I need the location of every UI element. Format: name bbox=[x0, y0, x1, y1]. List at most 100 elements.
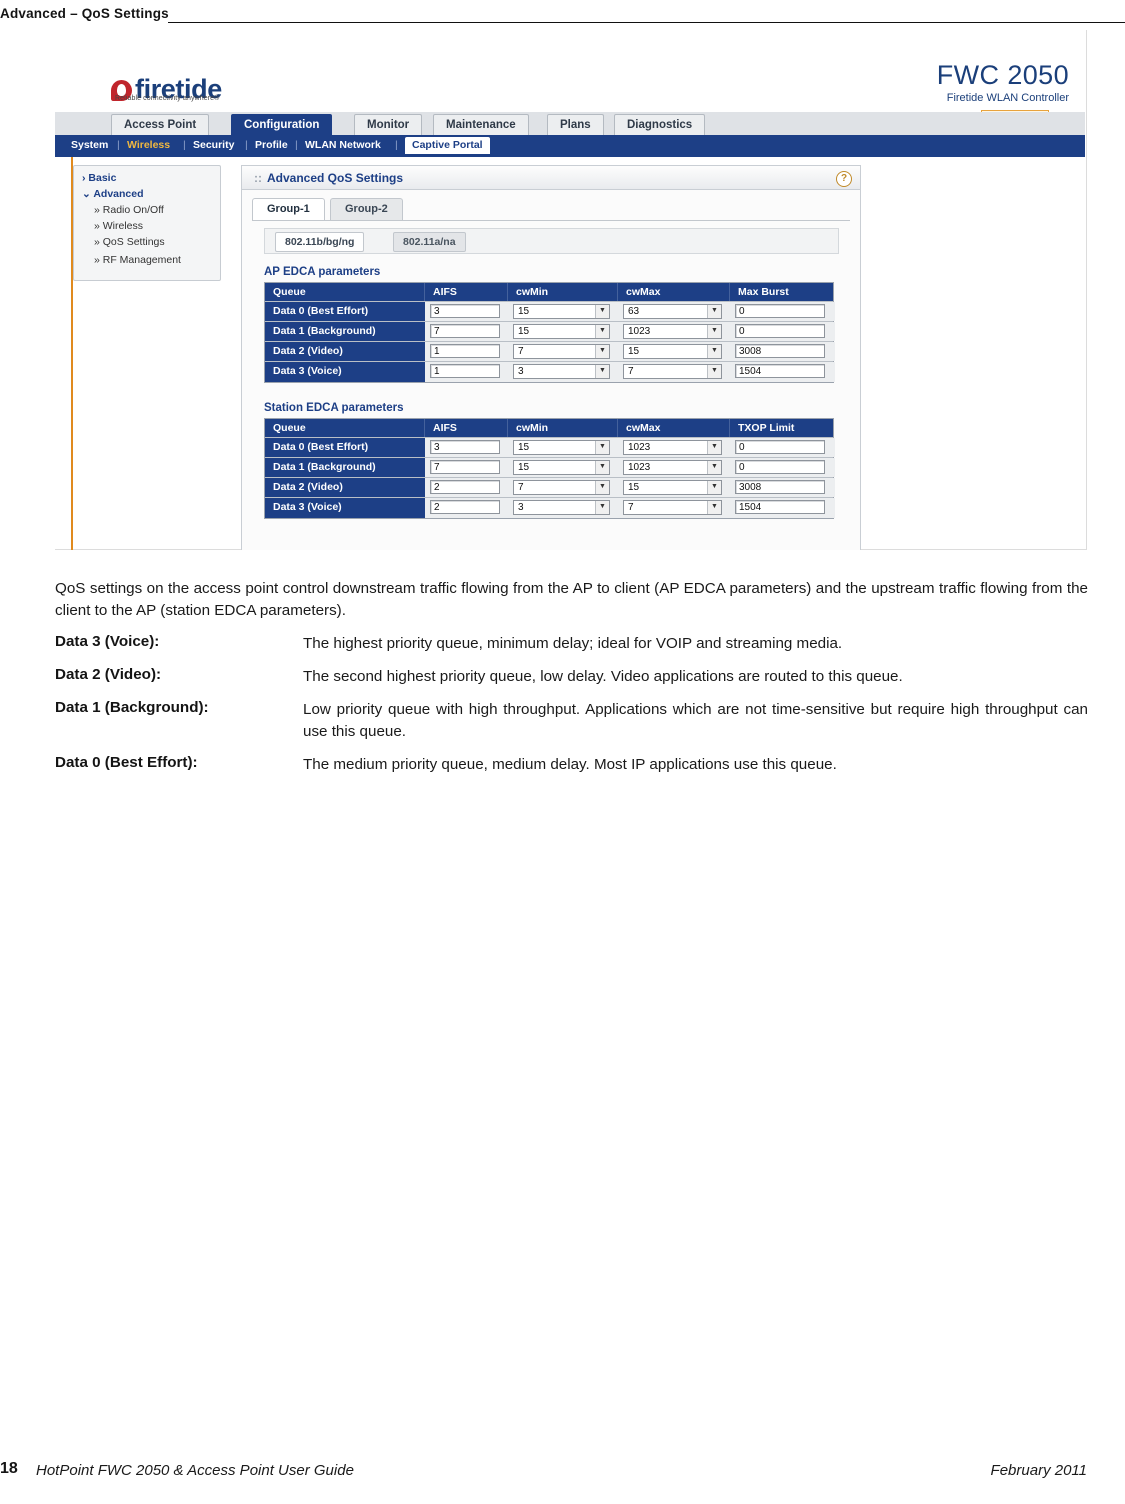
ap-row0-cwmax-select[interactable]: 63 ▼ bbox=[623, 304, 722, 319]
station-edca-label: Station EDCA parameters bbox=[264, 402, 404, 414]
sta-row2-cwmin-select[interactable]: 7 ▼ bbox=[513, 480, 610, 495]
sta-row1-aifs-input[interactable]: 7 bbox=[430, 460, 500, 474]
page-footer: 18 HotPoint FWC 2050 & Access Point User… bbox=[0, 1460, 1125, 1482]
tab-access-point[interactable]: Access Point bbox=[111, 114, 210, 135]
sta-row1-cwmax-value: 1023 bbox=[628, 462, 651, 473]
sta-header-cwmax: cwMax bbox=[618, 419, 730, 437]
definition-list: Data 3 (Voice): The highest priority que… bbox=[55, 633, 1088, 787]
ap-row1-queue: Data 1 (Background) bbox=[265, 322, 425, 341]
sta-row-data0: Data 0 (Best Effort) 3 15 ▼ 1023 ▼ 0 bbox=[265, 438, 835, 458]
tree-item-rf-management[interactable]: » RF Management bbox=[94, 254, 181, 266]
help-icon[interactable]: ? bbox=[836, 171, 852, 187]
sta-row-data2: Data 2 (Video) 2 7 ▼ 15 ▼ 3008 bbox=[265, 478, 835, 498]
sta-row2-cwmax-select[interactable]: 15 ▼ bbox=[623, 480, 722, 495]
sta-row0-aifs-input[interactable]: 3 bbox=[430, 440, 500, 454]
tree-item-basic[interactable]: › Basic bbox=[82, 172, 116, 184]
running-head: Advanced – QoS Settings bbox=[0, 6, 169, 21]
ap-row1-cwmax-cell: 1023 ▼ bbox=[618, 322, 730, 341]
ap-edca-header-row: Queue AIFS cwMin cwMax Max Burst bbox=[265, 283, 833, 302]
sta-row1-cwmin-select[interactable]: 15 ▼ bbox=[513, 460, 610, 475]
chevron-down-icon: ▼ bbox=[595, 365, 609, 378]
sta-row0-cwmax-value: 1023 bbox=[628, 442, 651, 453]
ap-row-data3: Data 3 (Voice) 1 3 ▼ 7 ▼ 1504 bbox=[265, 362, 835, 382]
ap-row1-aifs-input[interactable]: 7 bbox=[430, 324, 500, 338]
sta-row2-txop-cell: 3008 bbox=[730, 478, 835, 497]
definition-item-voice: Data 3 (Voice): The highest priority que… bbox=[55, 633, 1088, 655]
ap-row3-aifs-input[interactable]: 1 bbox=[430, 364, 500, 378]
ap-row0-cwmin-select[interactable]: 15 ▼ bbox=[513, 304, 610, 319]
ap-row2-cwmax-select[interactable]: 15 ▼ bbox=[623, 344, 722, 359]
ap-row3-cwmin-select[interactable]: 3 ▼ bbox=[513, 364, 610, 379]
ap-row2-aifs-input[interactable]: 1 bbox=[430, 344, 500, 358]
tab-group-1[interactable]: Group-1 bbox=[252, 198, 325, 220]
tree-label-advanced: Advanced bbox=[93, 188, 144, 200]
ap-row3-cwmax-value: 7 bbox=[628, 366, 634, 377]
ap-row0-cwmax-cell: 63 ▼ bbox=[618, 302, 730, 321]
tree-item-radio-on-off[interactable]: » Radio On/Off bbox=[94, 204, 164, 216]
definition-term-best-effort: Data 0 (Best Effort): bbox=[55, 754, 198, 771]
sta-row1-cwmin-value: 15 bbox=[518, 462, 530, 473]
ap-row3-maxburst-input[interactable]: 1504 bbox=[735, 364, 825, 378]
tab-80211b-bg-ng[interactable]: 802.11b/bg/ng bbox=[275, 232, 365, 252]
tree-marker-radio: » bbox=[94, 204, 100, 216]
subnav-wireless[interactable]: Wireless bbox=[127, 139, 170, 151]
tree-marker-advanced: ⌄ bbox=[82, 188, 91, 200]
sta-row0-cwmin-select[interactable]: 15 ▼ bbox=[513, 440, 610, 455]
sta-row0-cwmax-select[interactable]: 1023 ▼ bbox=[623, 440, 722, 455]
sta-row1-cwmin-cell: 15 ▼ bbox=[508, 458, 618, 477]
tree-item-wireless[interactable]: » Wireless bbox=[94, 220, 143, 232]
sta-row3-queue: Data 3 (Voice) bbox=[265, 498, 425, 518]
ap-row0-cwmax-value: 63 bbox=[628, 306, 640, 317]
tab-diagnostics[interactable]: Diagnostics bbox=[614, 114, 706, 135]
tab-monitor[interactable]: Monitor bbox=[354, 114, 423, 135]
ap-header-cwmin: cwMin bbox=[508, 283, 618, 301]
ap-row0-cwmin-value: 15 bbox=[518, 306, 530, 317]
tab-80211a-na[interactable]: 802.11a/na bbox=[393, 232, 466, 252]
ap-row2-cwmax-value: 15 bbox=[628, 346, 640, 357]
sta-row2-txop-input[interactable]: 3008 bbox=[735, 480, 825, 494]
sta-row2-aifs-input[interactable]: 2 bbox=[430, 480, 500, 494]
tree-item-advanced[interactable]: ⌄ Advanced bbox=[82, 188, 144, 200]
tree-item-qos-settings[interactable]: » QoS Settings bbox=[94, 236, 165, 248]
tree-marker-qos: » bbox=[94, 236, 100, 248]
sta-row3-aifs-input[interactable]: 2 bbox=[430, 500, 500, 514]
definition-term-voice: Data 3 (Voice): bbox=[55, 633, 160, 650]
group-tab-strip: Group-1 Group-2 bbox=[252, 196, 850, 221]
ap-row3-cwmax-select[interactable]: 7 ▼ bbox=[623, 364, 722, 379]
ap-row1-maxburst-input[interactable]: 0 bbox=[735, 324, 825, 338]
sta-row3-cwmin-select[interactable]: 3 ▼ bbox=[513, 500, 610, 515]
tab-configuration[interactable]: Configuration bbox=[231, 114, 333, 135]
sta-row1-txop-input[interactable]: 0 bbox=[735, 460, 825, 474]
tree-label-wireless: Wireless bbox=[102, 220, 144, 232]
ap-row1-cwmax-select[interactable]: 1023 ▼ bbox=[623, 324, 722, 339]
sta-row1-cwmax-select[interactable]: 1023 ▼ bbox=[623, 460, 722, 475]
sta-row0-txop-input[interactable]: 0 bbox=[735, 440, 825, 454]
ap-row0-aifs-input[interactable]: 3 bbox=[430, 304, 500, 318]
sta-row0-txop-cell: 0 bbox=[730, 438, 835, 457]
tab-group-2[interactable]: Group-2 bbox=[330, 198, 403, 220]
ap-row1-cwmin-select[interactable]: 15 ▼ bbox=[513, 324, 610, 339]
logo-tagline: Reliable connectivity anywhere® bbox=[115, 95, 220, 102]
ap-row2-maxburst-input[interactable]: 3008 bbox=[735, 344, 825, 358]
subnav-captive-portal[interactable]: Captive Portal bbox=[405, 137, 490, 154]
chevron-down-icon: ▼ bbox=[595, 481, 609, 494]
ui-body: › Basic ⌄ Advanced » Radio On/Off » Wire… bbox=[55, 157, 1085, 550]
sta-row0-cwmax-cell: 1023 ▼ bbox=[618, 438, 730, 457]
ap-row2-queue: Data 2 (Video) bbox=[265, 342, 425, 361]
ap-row0-aifs-cell: 3 bbox=[425, 302, 508, 321]
tree-label-basic: Basic bbox=[88, 172, 117, 184]
sta-row2-cwmin-cell: 7 ▼ bbox=[508, 478, 618, 497]
ap-row2-cwmin-select[interactable]: 7 ▼ bbox=[513, 344, 610, 359]
product-subtitle: Firetide WLAN Controller bbox=[946, 92, 1069, 104]
tab-plans[interactable]: Plans bbox=[547, 114, 604, 135]
ap-row2-cwmin-value: 7 bbox=[518, 346, 524, 357]
sta-row3-txop-input[interactable]: 1504 bbox=[735, 500, 825, 514]
subnav-system[interactable]: System bbox=[71, 139, 108, 151]
ap-row0-maxburst-input[interactable]: 0 bbox=[735, 304, 825, 318]
chevron-down-icon: ▼ bbox=[707, 305, 721, 318]
subnav-wlan-network[interactable]: WLAN Network bbox=[305, 139, 381, 151]
tab-maintenance[interactable]: Maintenance bbox=[433, 114, 529, 135]
sta-row3-cwmax-select[interactable]: 7 ▼ bbox=[623, 500, 722, 515]
subnav-security[interactable]: Security bbox=[193, 139, 234, 151]
subnav-profile[interactable]: Profile bbox=[255, 139, 288, 151]
